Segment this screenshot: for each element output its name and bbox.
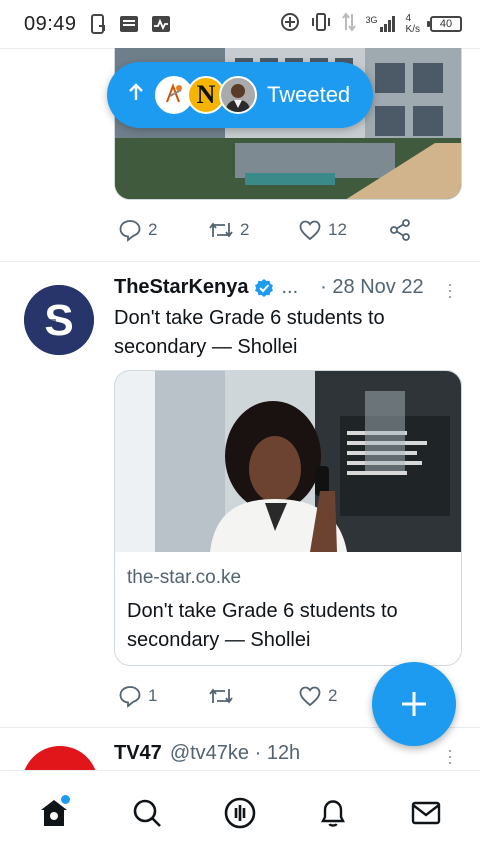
retweet-icon [209,688,233,704]
spaces-icon [224,797,256,828]
envelope-icon [411,801,440,824]
reply-icon [119,220,141,242]
heart-icon [299,686,321,707]
plus-icon [402,692,426,716]
nav-messages[interactable] [396,783,456,843]
tweet2-reply-count: 1 [148,686,158,705]
arrow-up-icon [127,82,145,108]
share-icon [390,219,410,241]
tweet1-reply-button[interactable]: 2 [118,218,208,242]
network-type: 3G [365,15,378,25]
pill-avatars: N [155,76,257,114]
tweet1-reply-count: 2 [148,220,158,239]
pill-avatar-2-letter: N [196,80,216,109]
nav-notifications[interactable] [303,783,363,843]
tweet1-retweet-button[interactable]: 2 [208,218,298,242]
tweet2-avatar[interactable]: S [24,285,94,355]
tweet1-like-count: 12 [328,220,347,239]
search-icon [133,799,162,827]
retweet-icon [209,222,233,238]
network-speed: 4 K/s [406,13,420,35]
pill-avatar-3 [219,76,257,114]
tweet3-handle: @tv47ke · 12h [169,742,301,764]
tweet1-share-button[interactable] [388,218,412,242]
tweet2-card-image [115,371,461,552]
tweet2-link-card[interactable]: the-star.co.ke Don't take Grade 6 studen… [114,370,462,666]
tweet2-handle-truncated: ... [281,276,299,298]
phone-sync-icon [90,14,107,34]
tweet1-actions: 2 2 12 [118,218,412,242]
activity-icon [151,15,171,33]
new-tweets-pill[interactable]: N Tweeted [107,62,373,128]
tweet1-like-button[interactable]: 12 [298,218,388,242]
nav-spaces[interactable] [210,783,270,843]
tweet2-date: · 28 Nov 22 [320,276,424,298]
tweet3-header: TV47 @tv47ke · 12h [114,742,300,765]
status-time: 09:49 [24,12,77,35]
tweet2-card-title: Don't take Grade 6 students to secondary… [127,600,398,651]
tweet3-more-icon[interactable]: · · · [446,741,454,771]
message-icon [119,15,139,33]
notification-dot [61,794,71,804]
pill-label: Tweeted [267,82,351,107]
battery-icon: 40 [427,16,462,32]
reply-icon [119,686,141,708]
tweet2-retweet-button[interactable] [208,684,298,708]
compose-tweet-button[interactable] [372,662,456,746]
signal-icon: 3G [366,16,396,32]
heart-icon [299,220,321,241]
tweet2-like-count: 2 [328,686,338,705]
tweet3-name[interactable]: TV47 [114,742,162,765]
nav-search[interactable] [117,783,177,843]
tweet1-retweet-count: 2 [240,220,250,239]
tweet-divider [0,261,480,262]
tweet2-header: TheStarKenya ... · 28 Nov 22 [114,276,424,299]
speed-unit: K/s [405,24,420,35]
data-saver-icon [280,12,300,37]
speed-value: 4 [405,13,412,24]
status-bar: 09:49 3G 4 K/s 40 [0,0,480,48]
verified-icon [254,278,274,298]
data-transfer-icon [341,11,356,37]
tweet2-name[interactable]: TheStarKenya [114,276,249,299]
tweet2-reply-button[interactable]: 1 [118,684,208,708]
nav-home[interactable] [24,783,84,843]
bell-icon [320,799,345,827]
bottom-nav [0,770,480,854]
tweet2-actions: 1 2 [118,684,388,708]
tweet2-card-domain: the-star.co.ke [127,567,242,588]
tweet2-text: Don't take Grade 6 students to secondary… [114,307,385,358]
tweet2-more-icon[interactable]: · · · [446,275,454,305]
vibrate-icon [310,12,332,37]
